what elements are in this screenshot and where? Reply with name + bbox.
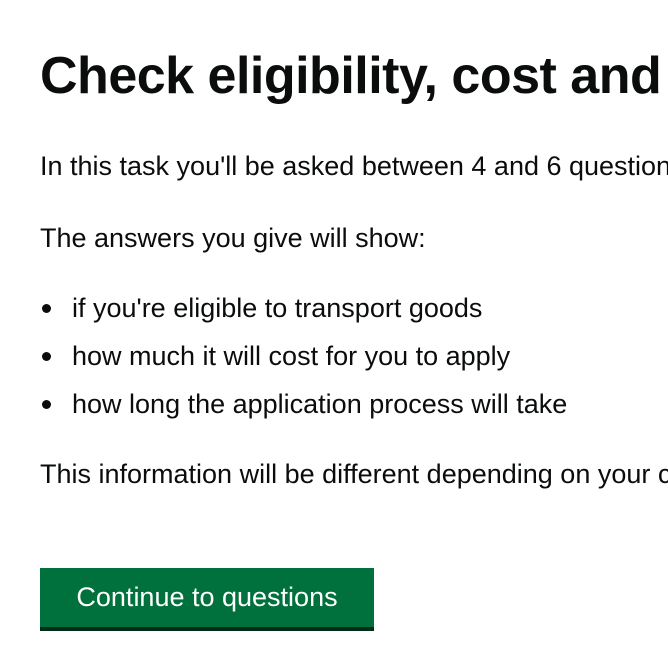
list-item-text: how long the application process will ta… (72, 389, 568, 419)
page-title: Check eligibility, cost and time (40, 47, 668, 105)
bullet-dot-icon (42, 304, 51, 313)
list-item-text: if you're eligible to transport goods (72, 293, 483, 323)
list-item-eligibility: if you're eligible to transport goods (40, 290, 567, 338)
intro-text: In this task you'll be asked between 4 a… (40, 151, 668, 181)
answers-lead-text: The answers you give will show: (40, 223, 426, 253)
outcomes-list: if you're eligible to transport goods ho… (40, 290, 567, 434)
bullet-dot-icon (42, 352, 51, 361)
list-item-cost: how much it will cost for you to apply (40, 338, 567, 386)
list-item-time: how long the application process will ta… (40, 386, 567, 434)
circumstances-text: This information will be different depen… (40, 459, 668, 489)
main-content: Check eligibility, cost and time In this… (40, 0, 668, 668)
list-item-text: how much it will cost for you to apply (72, 341, 511, 371)
continue-to-questions-button[interactable]: Continue to questions (40, 568, 374, 627)
bullet-dot-icon (42, 400, 51, 409)
